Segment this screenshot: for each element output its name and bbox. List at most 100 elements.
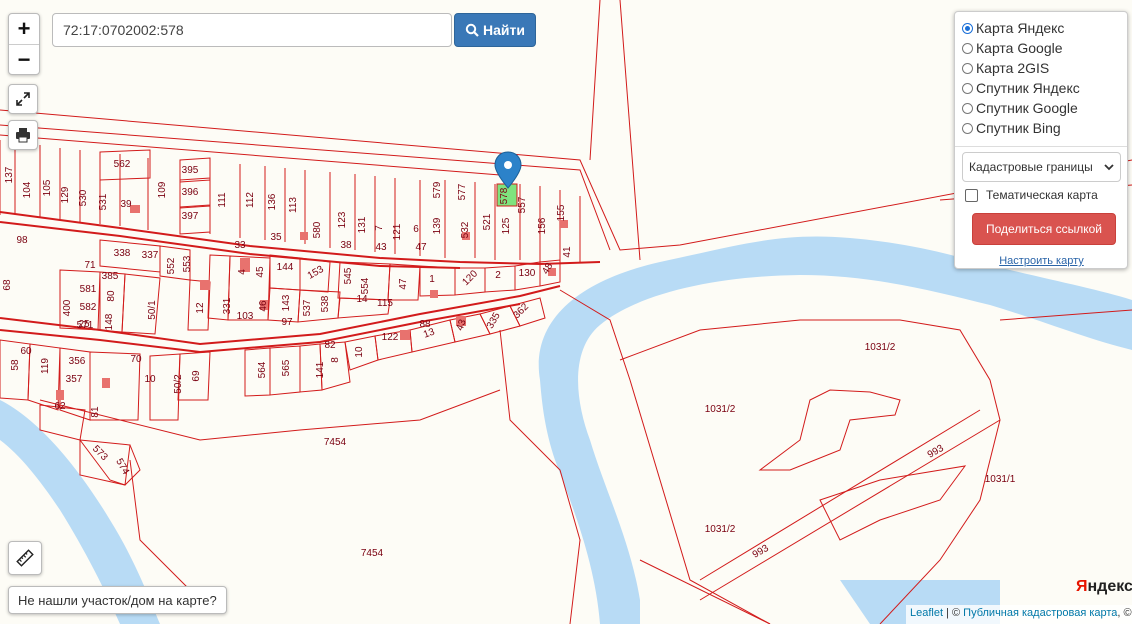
overlay-select[interactable]: Кадастровые границы [962, 152, 1121, 182]
radio-icon[interactable] [962, 102, 973, 114]
parcel-label: 111 [217, 192, 228, 208]
layer-option-label: Спутник Google [976, 100, 1078, 116]
parcel-label: 577 [457, 183, 468, 200]
share-link-button[interactable]: Поделиться ссылкой [972, 213, 1116, 245]
parcel-label: 144 [277, 262, 294, 273]
parcel-label: 143 [281, 294, 292, 311]
measure-button[interactable] [8, 541, 42, 575]
parcel-label: 68 [2, 279, 13, 291]
layer-option-bing-satellite[interactable]: Спутник Bing [962, 118, 1121, 138]
layer-option-yandex-satellite[interactable]: Спутник Яндекс [962, 78, 1121, 98]
parcel-label: 58 [10, 359, 21, 371]
parcel-label: 130 [519, 268, 536, 279]
layer-option-label: Карта 2GIS [976, 60, 1050, 76]
layer-option-google-satellite[interactable]: Спутник Google [962, 98, 1121, 118]
layer-option-label: Карта Google [976, 40, 1063, 56]
parcel-label: 582 [80, 302, 97, 313]
parcel-label: 10 [144, 374, 156, 385]
logo-rest: ндекс [1087, 578, 1132, 595]
parcel-label: 357 [66, 374, 83, 385]
layer-option-2gis-map[interactable]: Карта 2GIS [962, 58, 1121, 78]
parcel-label: 537 [302, 299, 313, 316]
parcel-label: 553 [182, 255, 193, 272]
parcel-label: 103 [237, 311, 254, 322]
parcel-label: 554 [360, 277, 371, 294]
parcel-label: 45 [255, 266, 266, 278]
parcel-label: 337 [142, 250, 159, 261]
parcel-label: 155 [556, 204, 567, 221]
print-button[interactable] [8, 120, 38, 150]
parcel-label: 112 [245, 192, 256, 208]
parcel-label: 121 [392, 223, 403, 240]
parcel-label: 131 [357, 216, 368, 233]
thematic-map-toggle[interactable]: Тематическая карта [962, 188, 1121, 202]
parcel-label: 70 [130, 354, 142, 365]
parcel-label: 139 [432, 217, 443, 234]
parcel-label: 38 [340, 240, 352, 251]
search-button[interactable]: Найти [454, 13, 536, 47]
parcel-label: 8 [330, 357, 341, 363]
layer-option-google-map[interactable]: Карта Google [962, 38, 1121, 58]
parcel-label: 400 [62, 299, 73, 316]
parcel-label: 1031/2 [705, 524, 736, 535]
parcel-label: 7 [374, 225, 385, 231]
search-icon [465, 23, 479, 37]
radio-icon[interactable] [962, 42, 973, 54]
parcel-label: 41 [562, 246, 573, 258]
parcel-label: 545 [343, 267, 354, 284]
layer-option-label: Спутник Яндекс [976, 80, 1080, 96]
parcel-label: 50/1 [147, 300, 158, 320]
parcel-label: 579 [432, 181, 443, 198]
parcel-label: 6 [413, 224, 419, 235]
radio-icon[interactable] [962, 22, 973, 34]
parcel-label: 331 [222, 297, 233, 314]
parcel-label: 62 [54, 401, 66, 412]
layer-panel: Карта Яндекс Карта Google Карта 2GIS Спу… [954, 11, 1128, 269]
fullscreen-button[interactable] [8, 84, 38, 114]
parcel-label: 4 [237, 269, 248, 275]
thematic-map-checkbox[interactable] [965, 188, 978, 202]
divider [955, 146, 1127, 147]
parcel-label: 532 [460, 221, 471, 238]
zoom-in-button[interactable]: + [9, 14, 39, 44]
parcel-label: 552 [166, 257, 177, 274]
search-input[interactable] [52, 13, 452, 47]
parcel-label: 338 [114, 248, 131, 259]
parcel-label: 396 [182, 187, 199, 198]
thematic-map-label: Тематическая карта [986, 188, 1098, 202]
parcel-label: 397 [182, 211, 199, 222]
parcel-label: 7454 [324, 437, 347, 448]
parcel-label: 1031/2 [705, 404, 736, 415]
leaflet-link[interactable]: Leaflet [910, 607, 943, 619]
parcel-label: 1031/2 [865, 342, 896, 353]
layer-option-label: Спутник Bing [976, 120, 1061, 136]
parcel-label: 104 [22, 181, 33, 198]
parcel-label: 557 [517, 196, 528, 213]
radio-icon[interactable] [962, 62, 973, 74]
pkk-link[interactable]: Публичная кадастровая карта [963, 607, 1117, 619]
printer-icon [16, 128, 30, 143]
parcel-label: 115 [377, 298, 393, 309]
attribution-tail: , © Яндекс Условия использования [1117, 607, 1132, 619]
radio-icon[interactable] [962, 122, 973, 134]
parcel-label: 81 [90, 406, 101, 418]
parcel-label: 47 [398, 278, 409, 290]
parcel-label: 35 [270, 232, 282, 243]
parcel-label: 50/2 [173, 374, 184, 394]
yandex-logo: Яндекс [1076, 578, 1132, 596]
parcel-label: 122 [382, 332, 399, 343]
parcel-not-found-button[interactable]: Не нашли участок/дом на карте? [8, 586, 227, 614]
parcel-label: 1 [429, 274, 435, 285]
layer-option-yandex-map[interactable]: Карта Яндекс [962, 18, 1121, 38]
parcel-label: 82 [324, 340, 336, 351]
configure-map-link[interactable]: Настроить карту [962, 255, 1121, 267]
attribution: Leaflet | © Публичная кадастровая карта,… [906, 605, 1132, 624]
radio-icon[interactable] [962, 82, 973, 94]
share-link-label: Поделиться ссылкой [986, 222, 1102, 236]
parcel-label: 119 [40, 358, 51, 374]
parcel-label: 97 [281, 317, 293, 328]
parcel-label: 2 [495, 270, 501, 281]
zoom-out-button[interactable]: − [9, 44, 39, 75]
expand-icon [16, 92, 30, 106]
parcel-label: 562 [114, 159, 131, 170]
